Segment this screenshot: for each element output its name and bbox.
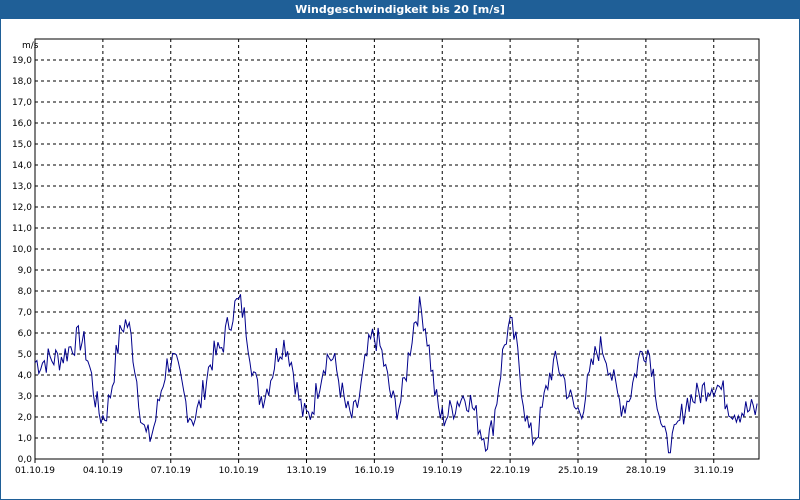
y-tick-label: 16,0 (12, 119, 32, 129)
x-tick-label: 04.10.19 (83, 466, 123, 476)
y-tick-label: 11,0 (12, 224, 32, 234)
x-tick-label: 31.10.19 (694, 466, 734, 476)
x-tick-label: 13.10.19 (286, 466, 326, 476)
x-tick-label: 07.10.19 (151, 466, 191, 476)
y-tick-label: 14,0 (12, 161, 32, 171)
x-tick-label: 25.10.19 (558, 466, 598, 476)
y-tick-label: 17,0 (12, 98, 32, 108)
y-tick-label: 18,0 (12, 77, 32, 87)
y-tick-label: 12,0 (12, 203, 32, 213)
y-axis-unit: m/s (22, 41, 39, 51)
grid (35, 39, 759, 459)
y-tick-label: 15,0 (12, 140, 32, 150)
y-tick-label: 6,0 (18, 329, 33, 339)
y-tick-label: 10,0 (12, 245, 32, 255)
y-tick-label: 3,0 (18, 392, 33, 402)
y-tick-label: 7,0 (18, 308, 33, 318)
y-tick-label: 8,0 (18, 287, 33, 297)
x-tick-label: 22.10.19 (490, 466, 530, 476)
x-tick-label: 28.10.19 (626, 466, 666, 476)
x-tick-label: 01.10.19 (15, 466, 55, 476)
y-tick-label: 9,0 (18, 266, 33, 276)
y-tick-label: 0,0 (18, 455, 33, 465)
y-tick-label: 4,0 (18, 371, 33, 381)
wind-speed-line (34, 294, 758, 454)
y-axis-ticks: 0,0 1,0 2,0 3,0 4,0 5,0 6,0 7,0 8,0 9,0 10,0 11,0 12… (12, 56, 32, 465)
wind-speed-chart: m/s 0,0 1,0 2,0 3,0 4,0 5,0 6,0 7,0 8,0 9,0 10,0 11… (12, 38, 760, 476)
y-tick-label: 19,0 (12, 56, 32, 66)
x-tick-label: 19.10.19 (422, 466, 462, 476)
y-tick-label: 5,0 (18, 350, 33, 360)
x-axis-ticks: 01.10.19 04.10.19 07.10.19 10.10.19 13.10.19… (15, 459, 734, 476)
series-layer (34, 294, 758, 454)
y-tick-label: 1,0 (18, 434, 33, 444)
x-tick-label: 10.10.19 (219, 466, 259, 476)
x-tick-label: 16.10.19 (354, 466, 394, 476)
y-tick-label: 13,0 (12, 182, 32, 192)
y-tick-label: 2,0 (18, 413, 33, 423)
